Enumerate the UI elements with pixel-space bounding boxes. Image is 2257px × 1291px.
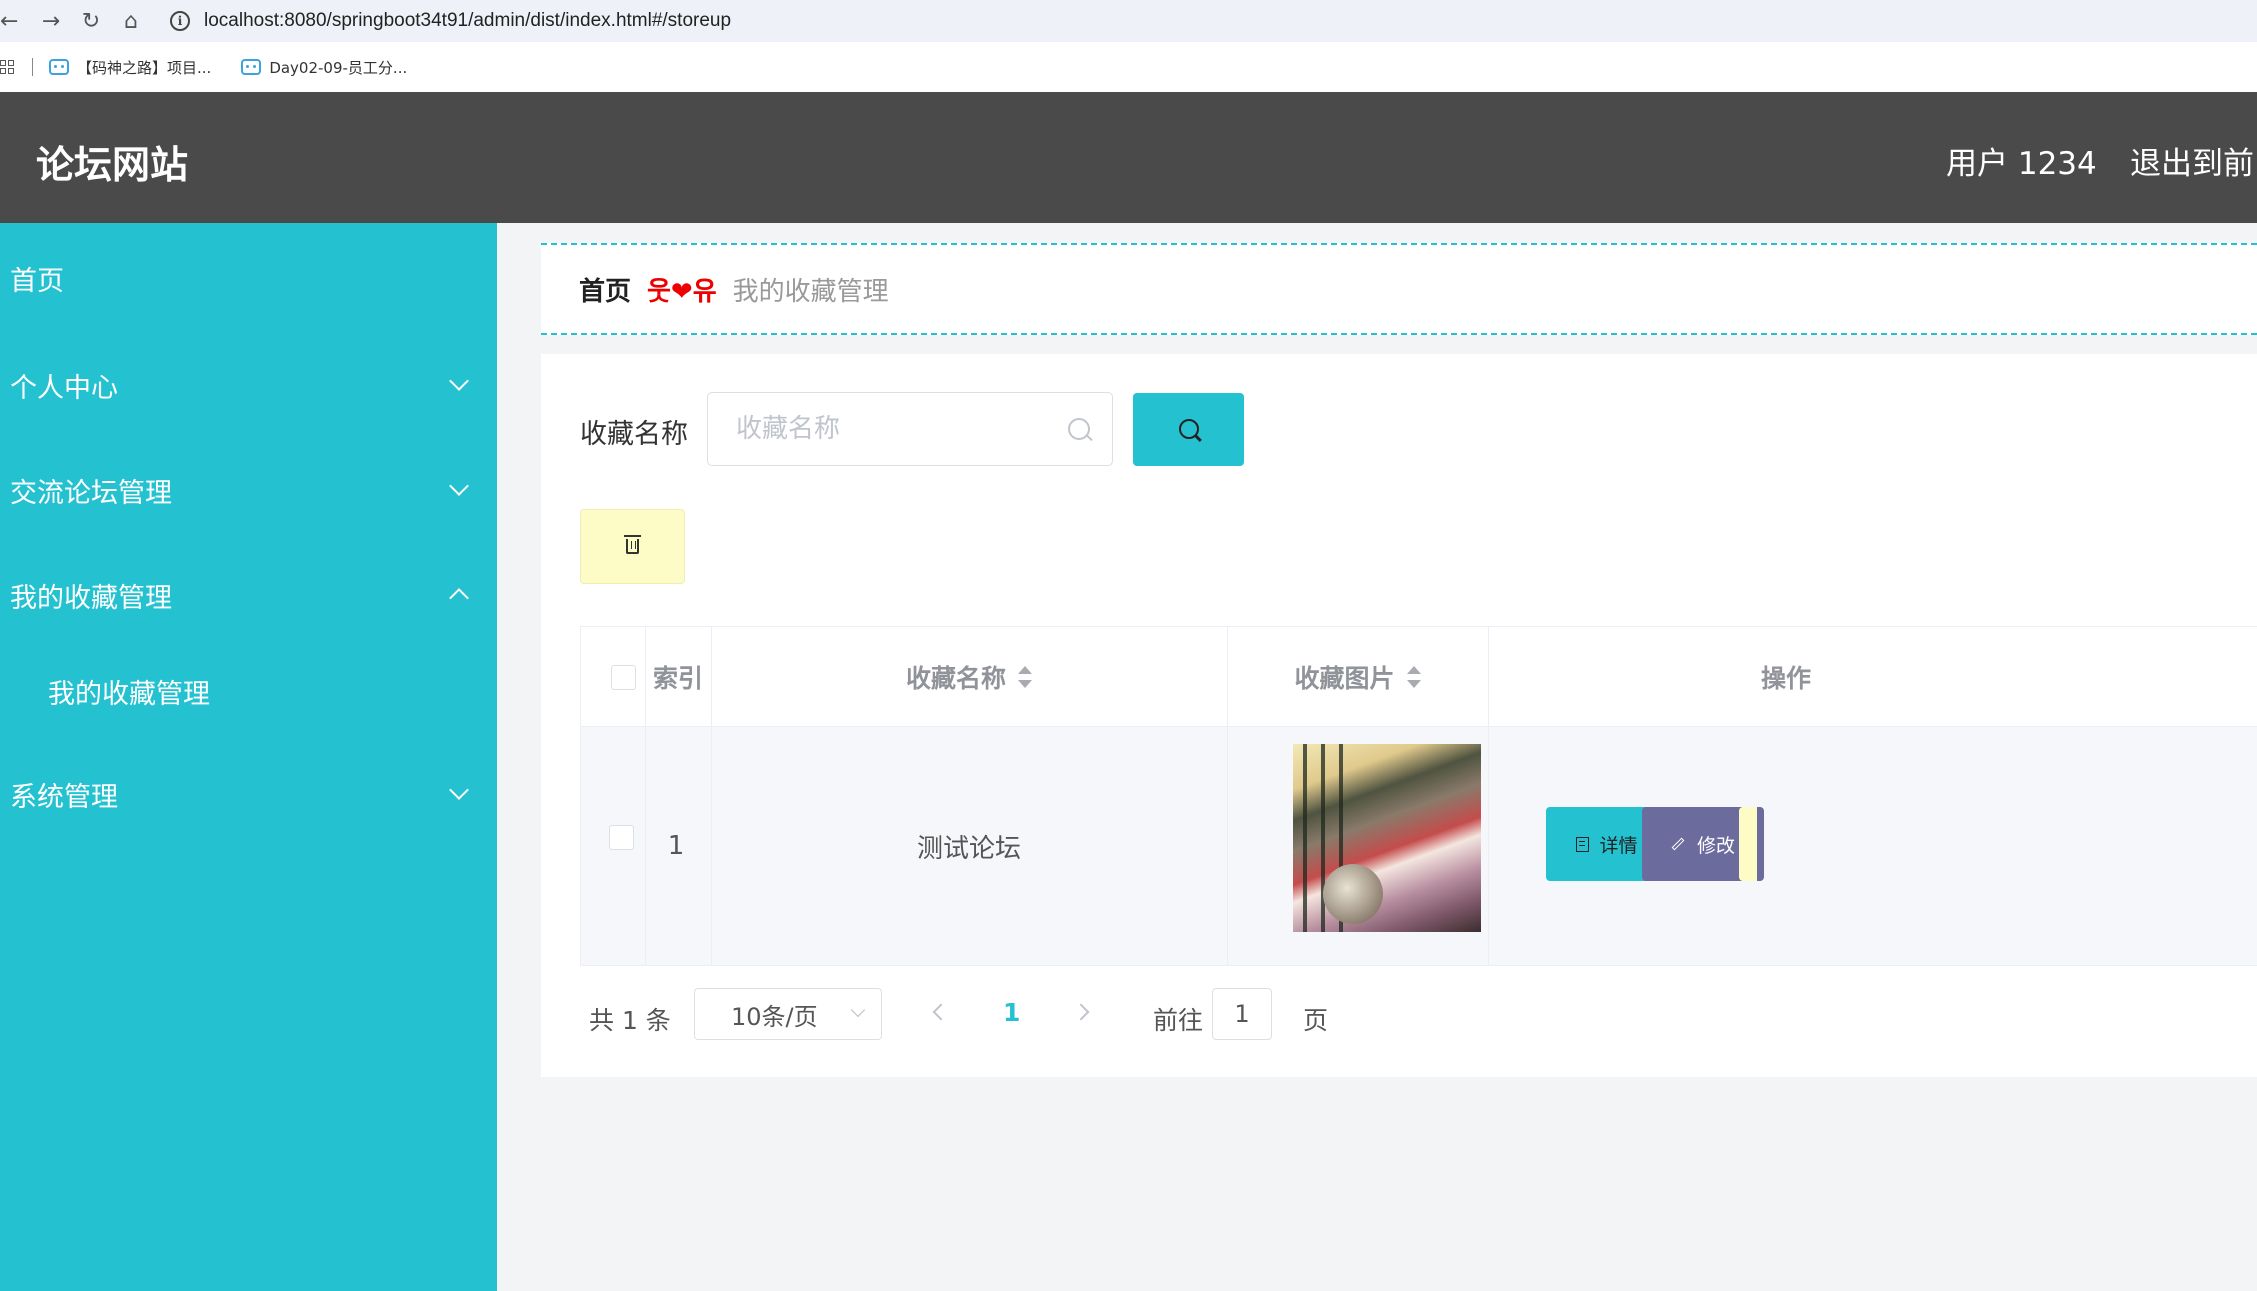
address-bar[interactable]: i localhost:8080/springboot34t91/admin/d… — [170, 4, 2257, 38]
breadcrumb: 首页 웃❤유 我的收藏管理 — [541, 243, 2257, 335]
chevron-down-icon — [449, 476, 469, 496]
sidebar-item-label: 我的收藏管理 — [48, 678, 210, 710]
page-unit-label: 页 — [1303, 1006, 1329, 1035]
bilibili-icon — [49, 59, 69, 75]
table-header: 索引 收藏名称 收藏图片 操作 — [581, 627, 2257, 727]
site-title: 论坛网站 — [36, 143, 189, 187]
row-index: 1 — [667, 831, 685, 861]
chevron-down-icon — [449, 371, 469, 391]
chevron-up-icon — [449, 588, 469, 608]
row-checkbox[interactable] — [609, 825, 634, 850]
sidebar-item-system-management[interactable]: 系统管理 — [0, 754, 497, 834]
document-icon — [1576, 836, 1590, 852]
search-icon — [1068, 418, 1090, 440]
row-name: 测试论坛 — [916, 833, 1021, 864]
sidebar-subitem-my-favorites[interactable]: 我的收藏管理 — [0, 651, 497, 731]
sort-icon[interactable] — [1406, 666, 1421, 688]
sidebar-item-label: 个人中心 — [10, 372, 118, 404]
user-name: 用户 1234 — [1946, 146, 2097, 182]
column-divider — [1227, 627, 1228, 965]
goto-label: 前往 — [1153, 1006, 1204, 1035]
content-panel: 收藏名称 索引 收藏名称 收藏图片 操作 1 — [541, 354, 2257, 1077]
bilibili-icon — [241, 59, 262, 75]
site-info-icon[interactable]: i — [170, 11, 190, 31]
prev-page-icon[interactable] — [932, 1003, 950, 1021]
bookmark-label: Day02-09-员工分... — [269, 58, 408, 77]
breadcrumb-home[interactable]: 首页 — [579, 271, 631, 308]
sidebar-item-label: 系统管理 — [10, 781, 118, 813]
sidebar-item-personal-center[interactable]: 个人中心 — [0, 345, 497, 425]
favorites-table: 索引 收藏名称 收藏图片 操作 1 测试论坛 详情 修改 — [580, 626, 2257, 966]
column-divider — [711, 627, 712, 965]
column-header-label: 操作 — [1760, 664, 1811, 693]
column-header-label: 索引 — [652, 664, 703, 693]
column-header-actions: 操作 — [1591, 627, 1981, 727]
app-header: 论坛网站 用户 1234 退出到前台 — [0, 92, 2257, 223]
column-header-image[interactable]: 收藏图片 — [1227, 627, 1488, 727]
sidebar-item-label: 首页 — [10, 265, 64, 297]
sidebar-item-favorites-management[interactable]: 我的收藏管理 — [0, 555, 497, 635]
pencil-icon — [1671, 837, 1685, 851]
bookmark-divider — [32, 58, 33, 76]
page-size-select[interactable]: 10条/页 — [694, 988, 882, 1040]
column-header-label: 收藏名称 — [905, 664, 1006, 693]
search-icon — [1179, 419, 1199, 439]
edit-button-label: 修改 — [1696, 834, 1735, 857]
search-input[interactable] — [707, 392, 1113, 466]
goto-page-input[interactable] — [1212, 988, 1272, 1040]
sidebar-item-label: 我的收藏管理 — [10, 582, 172, 614]
url-text[interactable]: localhost:8080/springboot34t91/admin/dis… — [204, 10, 731, 32]
sidebar-menu: 首页 个人中心 交流论坛管理 我的收藏管理 我的收藏管理 系统管理 — [0, 223, 497, 1291]
breadcrumb-separator: 웃❤유 — [647, 276, 717, 307]
page-number[interactable]: 1 — [1003, 998, 1020, 1027]
table-row: 1 测试论坛 详情 修改 — [581, 727, 2257, 965]
browser-toolbar: ← → ↻ ⌂ i localhost:8080/springboot34t91… — [0, 0, 2257, 42]
column-header-label: 收藏图片 — [1294, 664, 1395, 693]
bookmark-item[interactable]: Day02-09-员工分... — [241, 57, 407, 78]
search-label: 收藏名称 — [580, 419, 688, 450]
chevron-down-icon — [449, 780, 469, 800]
sidebar-item-home[interactable]: 首页 — [0, 238, 497, 318]
column-header-name[interactable]: 收藏名称 — [711, 627, 1227, 727]
page-size-value: 10条/页 — [731, 1002, 818, 1031]
favorite-image[interactable] — [1293, 744, 1481, 932]
bookmark-label: 【码神之路】项目... — [77, 58, 212, 77]
sidebar-item-label: 交流论坛管理 — [10, 477, 172, 509]
chevron-down-icon — [850, 1002, 866, 1018]
home-icon[interactable]: ⌂ — [108, 0, 154, 42]
search-button[interactable] — [1133, 393, 1244, 466]
sort-icon[interactable] — [1018, 666, 1032, 688]
exit-to-frontend-link[interactable]: 退出到前台 — [2130, 138, 2257, 183]
row-delete-button[interactable] — [1739, 807, 1757, 881]
breadcrumb-current: 我的收藏管理 — [732, 276, 889, 307]
detail-button-label: 详情 — [1599, 834, 1638, 857]
bookmarks-bar: 【码神之路】项目... Day02-09-员工分... — [0, 42, 2257, 92]
pagination-total: 共 1 条 — [589, 1006, 671, 1035]
column-header-index: 索引 — [645, 627, 711, 727]
batch-delete-button[interactable] — [580, 509, 685, 584]
trash-icon — [624, 535, 641, 554]
column-divider — [645, 627, 646, 965]
bookmark-item[interactable]: 【码神之路】项目... — [49, 57, 211, 78]
column-divider — [1488, 627, 1489, 965]
sidebar-item-forum-management[interactable]: 交流论坛管理 — [0, 450, 497, 530]
next-page-icon[interactable] — [1072, 1003, 1090, 1021]
select-all-checkbox[interactable] — [611, 665, 636, 690]
apps-grid-icon[interactable] — [0, 60, 14, 74]
back-icon[interactable]: ← — [0, 0, 18, 42]
